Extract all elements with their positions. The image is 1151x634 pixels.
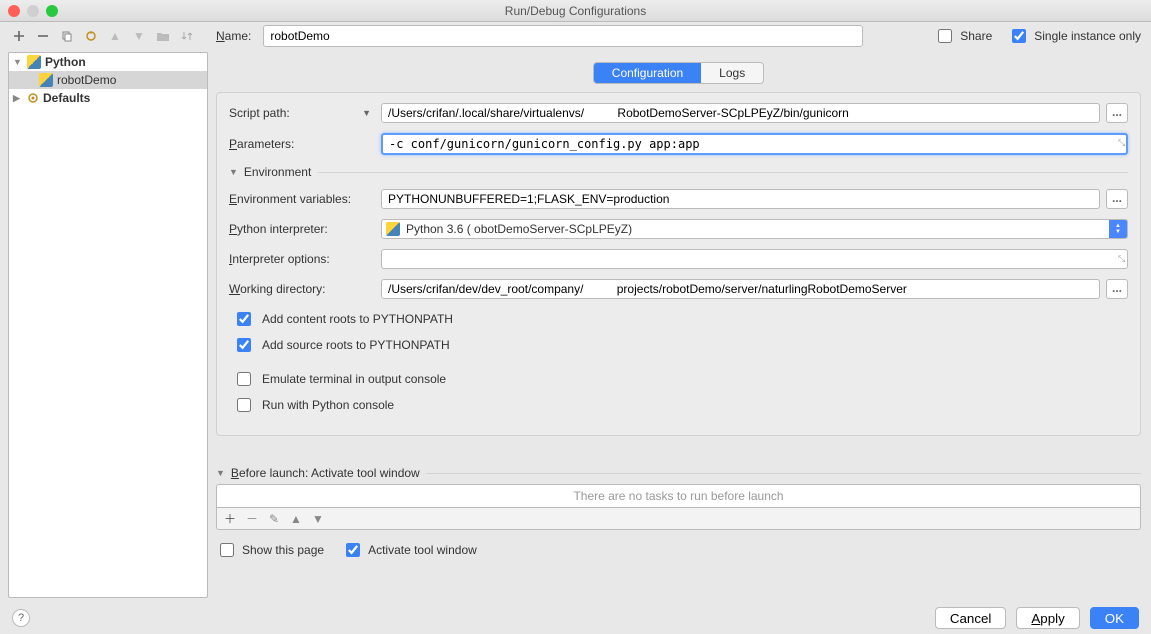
environment-section-header: Environment: [244, 165, 311, 179]
tree-node-robotdemo[interactable]: robotDemo: [9, 71, 207, 89]
top-toolbar: ▲ ▼ Name: Share Single instance only: [0, 22, 1151, 50]
add-config-icon[interactable]: [10, 27, 28, 45]
tab-bar: Configuration Logs: [593, 62, 764, 84]
move-down-icon[interactable]: ▼: [311, 512, 325, 526]
apply-button[interactable]: Apply: [1016, 607, 1079, 629]
help-button[interactable]: ?: [12, 609, 30, 627]
tab-logs[interactable]: Logs: [701, 63, 763, 83]
tree-node-label: robotDemo: [57, 73, 116, 87]
remove-task-icon[interactable]: －: [245, 510, 259, 527]
python-icon: [27, 55, 41, 69]
config-tree[interactable]: ▼ Python robotDemo ▶ Defaults: [8, 52, 208, 598]
sort-icon[interactable]: [178, 27, 196, 45]
working-dir-input[interactable]: [381, 279, 1100, 299]
share-checkbox-label: Share: [960, 29, 992, 43]
chevron-right-icon: ▶: [13, 93, 23, 104]
activate-tool-window-input[interactable]: [346, 543, 360, 557]
parameters-input[interactable]: [381, 133, 1128, 155]
tree-node-python[interactable]: ▼ Python: [9, 53, 207, 71]
move-up-icon[interactable]: ▲: [289, 512, 303, 526]
interpreter-select[interactable]: Python 3.6 ( obotDemoServer-SCpLPEyZ) ▲▼: [381, 219, 1128, 239]
chevron-down-icon: ▼: [13, 57, 23, 67]
name-input[interactable]: [263, 25, 863, 47]
edit-task-icon[interactable]: ✎: [267, 512, 281, 526]
before-launch-header: Before launch: Activate tool window: [231, 466, 420, 480]
tree-node-defaults[interactable]: ▶ Defaults: [9, 89, 207, 107]
single-instance-label: Single instance only: [1034, 29, 1141, 43]
run-python-console-label: Run with Python console: [262, 398, 394, 412]
select-arrows-icon: ▲▼: [1109, 220, 1127, 238]
working-dir-browse-button[interactable]: ...: [1106, 279, 1128, 299]
before-launch-toolbar: ＋ － ✎ ▲ ▼: [216, 508, 1141, 530]
working-dir-label: Working directory:: [229, 282, 375, 296]
interpreter-options-label: Interpreter options:: [229, 252, 375, 266]
run-python-console-checkbox[interactable]: [237, 398, 251, 412]
dialog-footer: ? Cancel Apply OK: [0, 602, 1151, 634]
show-this-page-checkbox[interactable]: Show this page: [216, 540, 324, 560]
script-path-input[interactable]: [381, 103, 1100, 123]
python-icon: [39, 73, 53, 87]
tab-configuration[interactable]: Configuration: [594, 63, 701, 83]
python-icon: [386, 222, 400, 236]
gear-icon: [27, 92, 39, 104]
single-instance-checkbox-input[interactable]: [1012, 29, 1026, 43]
show-this-page-label: Show this page: [242, 543, 324, 557]
window-title: Run/Debug Configurations: [0, 4, 1151, 18]
titlebar: Run/Debug Configurations: [0, 0, 1151, 22]
chevron-down-icon: ▼: [362, 108, 371, 118]
script-path-label[interactable]: Script path: ▼: [229, 106, 375, 120]
share-checkbox-input[interactable]: [938, 29, 952, 43]
emulate-terminal-label: Emulate terminal in output console: [262, 372, 446, 386]
folder-icon[interactable]: [154, 27, 172, 45]
single-instance-checkbox[interactable]: Single instance only: [1008, 26, 1141, 46]
save-config-icon[interactable]: [82, 27, 100, 45]
script-path-browse-button[interactable]: ...: [1106, 103, 1128, 123]
move-up-icon[interactable]: ▲: [106, 27, 124, 45]
remove-config-icon[interactable]: [34, 27, 52, 45]
env-vars-input[interactable]: [381, 189, 1100, 209]
env-vars-label: Environment variables:: [229, 192, 375, 206]
env-vars-browse-button[interactable]: ...: [1106, 189, 1128, 209]
tree-node-label: Python: [45, 55, 86, 69]
interpreter-value: Python 3.6 ( obotDemoServer-SCpLPEyZ): [406, 222, 1109, 236]
interpreter-label: Python interpreter:: [229, 222, 375, 236]
tree-node-label: Defaults: [43, 91, 90, 105]
add-task-icon[interactable]: ＋: [223, 510, 237, 527]
move-down-icon[interactable]: ▼: [130, 27, 148, 45]
configuration-form: Script path: ▼ ... Parameters: ▼ Environ…: [216, 92, 1141, 436]
add-content-roots-checkbox[interactable]: [237, 312, 251, 326]
copy-config-icon[interactable]: [58, 27, 76, 45]
chevron-down-icon[interactable]: ▼: [216, 468, 225, 478]
interpreter-options-input[interactable]: [381, 249, 1128, 269]
ok-button[interactable]: OK: [1090, 607, 1139, 629]
show-this-page-input[interactable]: [220, 543, 234, 557]
add-source-roots-label: Add source roots to PYTHONPATH: [262, 338, 450, 352]
before-launch-empty-text: There are no tasks to run before launch: [573, 489, 783, 503]
chevron-down-icon[interactable]: ▼: [229, 167, 238, 177]
before-launch-tasks-list[interactable]: There are no tasks to run before launch: [216, 484, 1141, 508]
activate-tool-window-checkbox[interactable]: Activate tool window: [342, 540, 477, 560]
activate-tool-window-label: Activate tool window: [368, 543, 477, 557]
add-content-roots-label: Add content roots to PYTHONPATH: [262, 312, 453, 326]
add-source-roots-checkbox[interactable]: [237, 338, 251, 352]
parameters-label: Parameters:: [229, 137, 375, 151]
name-label: Name:: [216, 29, 251, 43]
cancel-button[interactable]: Cancel: [935, 607, 1007, 629]
emulate-terminal-checkbox[interactable]: [237, 372, 251, 386]
share-checkbox[interactable]: Share: [934, 26, 992, 46]
